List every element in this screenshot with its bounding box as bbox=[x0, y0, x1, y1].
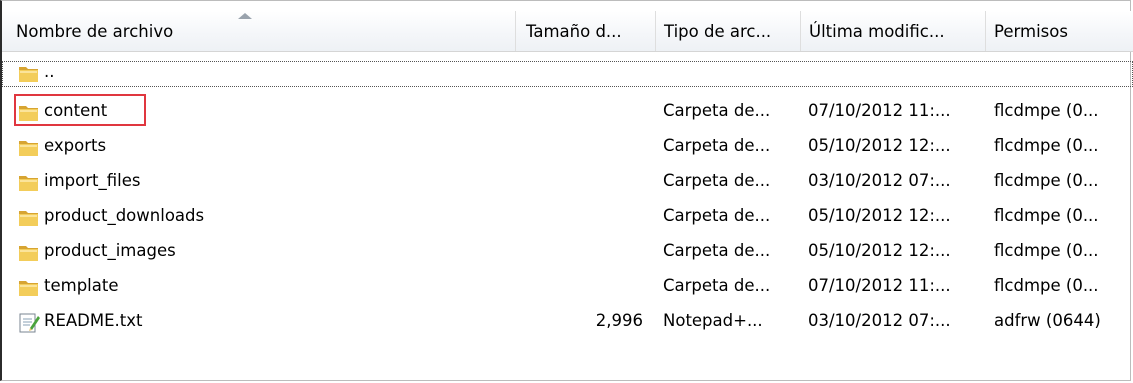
file-permissions: flcdmpe (0... bbox=[994, 241, 1099, 260]
sort-ascending-icon bbox=[238, 13, 252, 19]
file-name-cell: README.txt bbox=[18, 304, 518, 338]
folder-icon bbox=[18, 101, 40, 121]
file-name: product_downloads bbox=[44, 206, 205, 225]
file-permissions: flcdmpe (0... bbox=[994, 171, 1099, 190]
folder-icon bbox=[18, 276, 40, 296]
file-name-cell: template bbox=[18, 269, 518, 303]
column-header-type[interactable]: Tipo de arc... bbox=[656, 11, 801, 51]
file-size bbox=[517, 164, 643, 198]
file-row[interactable]: product_images Carpeta de... 05/10/2012 12… bbox=[2, 234, 1133, 268]
file-type: Carpeta de... bbox=[663, 171, 771, 190]
file-name: product_images bbox=[44, 241, 176, 260]
file-permissions: flcdmpe (0... bbox=[994, 206, 1099, 225]
file-modified bbox=[808, 61, 988, 95]
file-type: Carpeta de... bbox=[663, 101, 771, 120]
file-name: README.txt bbox=[44, 311, 143, 330]
file-row[interactable]: exports Carpeta de... 05/10/2012 12:... flc… bbox=[2, 129, 1133, 163]
file-type: Carpeta de... bbox=[663, 206, 771, 225]
file-name: .. bbox=[44, 62, 55, 81]
folder-icon bbox=[18, 136, 40, 156]
file-type bbox=[663, 61, 803, 95]
column-header-permissions-label: Permisos bbox=[994, 22, 1068, 41]
file-name: content bbox=[44, 101, 108, 120]
file-row[interactable]: template Carpeta de... 07/10/2012 11:... fl… bbox=[2, 269, 1133, 303]
column-header-name-label: Nombre de archivo bbox=[16, 22, 174, 41]
file-permissions: flcdmpe (0... bbox=[994, 276, 1099, 295]
file-name-cell: .. bbox=[18, 61, 518, 87]
file-size bbox=[517, 61, 643, 95]
file-name-cell: exports bbox=[18, 129, 518, 163]
file-name-cell: product_downloads bbox=[18, 199, 518, 233]
file-row[interactable]: README.txt 2,996 Notepad+... 03/10/2012 07:… bbox=[2, 304, 1133, 338]
file-permissions bbox=[994, 61, 1133, 95]
file-row[interactable]: product_downloads Carpeta de... 05/10/2012… bbox=[2, 199, 1133, 233]
file-name-cell: import_files bbox=[18, 164, 518, 198]
file-type: Carpeta de... bbox=[663, 136, 771, 155]
file-modified: 05/10/2012 12:... bbox=[808, 206, 951, 225]
file-row[interactable]: import_files Carpeta de... 03/10/2012 07:.… bbox=[2, 164, 1133, 198]
folder-icon bbox=[18, 171, 40, 191]
file-permissions: flcdmpe (0... bbox=[994, 101, 1099, 120]
file-modified: 05/10/2012 12:... bbox=[808, 136, 951, 155]
column-header-permissions[interactable]: Permisos bbox=[986, 11, 1133, 51]
file-name-cell: content bbox=[18, 94, 518, 128]
file-permissions: adfrw (0644) bbox=[994, 311, 1101, 330]
file-size bbox=[517, 129, 643, 163]
folder-icon bbox=[18, 206, 40, 226]
folder-icon bbox=[18, 64, 40, 84]
file-row[interactable]: .. bbox=[2, 61, 1133, 87]
column-header-name[interactable]: Nombre de archivo bbox=[2, 11, 516, 51]
file-size bbox=[517, 234, 643, 268]
file-modified: 07/10/2012 11:... bbox=[808, 276, 951, 295]
folder-icon bbox=[18, 241, 40, 261]
file-modified: 03/10/2012 07:... bbox=[808, 311, 951, 330]
file-type: Carpeta de... bbox=[663, 276, 771, 295]
column-header-bar: Nombre de archivo Tamaño d... Tipo de ar… bbox=[2, 11, 1133, 52]
file-type: Carpeta de... bbox=[663, 241, 771, 260]
file-name: template bbox=[44, 276, 119, 295]
column-header-modified[interactable]: Última modific... bbox=[801, 11, 986, 51]
file-size bbox=[517, 94, 643, 128]
file-name: exports bbox=[44, 136, 107, 155]
file-modified: 05/10/2012 12:... bbox=[808, 241, 951, 260]
file-list-panel: Nombre de archivo Tamaño d... Tipo de ar… bbox=[0, 0, 1133, 381]
file-row[interactable]: content Carpeta de... 07/10/2012 11:... flc… bbox=[2, 94, 1133, 128]
file-size: 2,996 bbox=[595, 311, 643, 330]
file-modified: 03/10/2012 07:... bbox=[808, 171, 951, 190]
column-header-size[interactable]: Tamaño d... bbox=[516, 11, 656, 51]
column-header-type-label: Tipo de arc... bbox=[664, 22, 772, 41]
file-type: Notepad+... bbox=[663, 311, 763, 330]
text-file-icon bbox=[18, 311, 40, 333]
file-size bbox=[517, 199, 643, 233]
file-name: import_files bbox=[44, 171, 141, 190]
file-permissions: flcdmpe (0... bbox=[994, 136, 1099, 155]
column-header-modified-label: Última modific... bbox=[809, 22, 945, 41]
file-modified: 07/10/2012 11:... bbox=[808, 101, 951, 120]
file-size bbox=[517, 269, 643, 303]
file-name-cell: product_images bbox=[18, 234, 518, 268]
column-header-size-label: Tamaño d... bbox=[526, 22, 622, 41]
